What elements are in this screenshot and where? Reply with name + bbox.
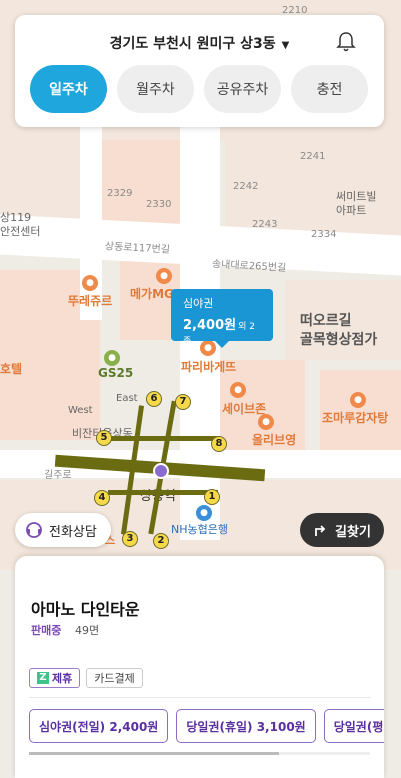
price-bubble[interactable]: 심야권 2,400원 외 2종 — [171, 289, 273, 348]
tab-charging[interactable]: 충전 — [291, 65, 368, 113]
location-selector[interactable]: 경기도 부천시 원미구 상3동 ▼ — [15, 33, 384, 53]
exit-number[interactable]: 4 — [94, 490, 110, 506]
location-text: 경기도 부천시 원미구 상3동 — [109, 36, 276, 52]
tab-monthly[interactable]: 월주차 — [117, 65, 194, 113]
headset-icon — [26, 522, 42, 538]
exit-number[interactable]: 2 — [153, 533, 169, 549]
poi-east: East — [116, 393, 138, 404]
block-number: 2242 — [233, 181, 259, 192]
station-marker-icon[interactable] — [153, 463, 169, 479]
partner-badge: Z 제휴 — [29, 668, 81, 688]
exit-number[interactable]: 3 — [122, 531, 138, 547]
bakery-icon: ● — [82, 275, 98, 291]
divider — [29, 697, 370, 698]
poi-gs25[interactable]: GS25 — [98, 366, 133, 380]
bubble-price-row: 2,400원 외 2종 — [183, 314, 261, 348]
poi-mega[interactable]: 메가MG — [130, 285, 174, 302]
block-number: 2334 — [311, 229, 337, 240]
exit-number[interactable]: 7 — [175, 394, 191, 410]
pass-list[interactable]: 심야권(전일) 2,400원 당일권(휴일) 3,100원 당일권(평일 — [29, 709, 384, 743]
road-label: 송내대로265번길 — [211, 259, 287, 274]
phone-consult-button[interactable]: 전화상담 — [15, 513, 111, 547]
exit-number[interactable]: 8 — [211, 436, 227, 452]
block-number: 2243 — [252, 219, 278, 230]
parking-type-tabs: 일주차 월주차 공유주차 충전 — [30, 65, 368, 113]
turn-right-arrow-icon — [315, 525, 326, 536]
exit-number[interactable]: 6 — [146, 391, 162, 407]
block-number: 2329 — [107, 188, 133, 199]
poi-hotel[interactable]: 호텔 — [0, 360, 22, 377]
poi-west: West — [68, 405, 93, 416]
sale-status: 판매중 — [31, 624, 62, 637]
exit-number[interactable]: 5 — [96, 430, 112, 446]
caret-down-icon: ▼ — [281, 40, 290, 51]
directions-button[interactable]: 길찾기 — [300, 513, 384, 547]
pass-item[interactable]: 당일권(휴일) 3,100원 — [176, 709, 316, 743]
map-block — [100, 140, 180, 230]
scrollbar-thumb[interactable] — [29, 752, 279, 755]
parking-lot-name: 아마노 다인타운 — [31, 600, 140, 619]
block-number: 2330 — [146, 199, 172, 210]
poi-paris[interactable]: 파리바게뜨 — [181, 358, 236, 375]
phone-consult-label: 전화상담 — [49, 524, 97, 540]
subway-line — [100, 436, 220, 441]
pass-item[interactable]: 당일권(평일 — [323, 709, 384, 743]
tab-daily[interactable]: 일주차 — [30, 65, 107, 113]
pass-item[interactable]: 심야권(전일) 2,400원 — [29, 709, 169, 743]
poi-tous[interactable]: 뚜레쥬르 — [68, 292, 112, 309]
poi-fire-station[interactable]: 상119 안전센터 — [0, 211, 40, 239]
z-logo-icon: Z — [37, 672, 49, 684]
mart-icon: ● — [230, 382, 246, 398]
poi-market[interactable]: 떠오르길 골목형상점가 — [300, 312, 377, 350]
bank-icon: ● — [156, 268, 172, 284]
search-card: 경기도 부천시 원미구 상3동 ▼ 일주차 월주차 공유주차 충전 — [15, 15, 384, 127]
card-payment-badge: 카드결제 — [86, 668, 143, 688]
poi-apartment[interactable]: 써미트빌 아파트 — [336, 190, 376, 218]
poi-oliveyoung[interactable]: 올리브영 — [252, 431, 296, 448]
bubble-type: 심야권 — [183, 297, 214, 310]
bank-icon: ● — [196, 505, 212, 521]
directions-label: 길찾기 — [335, 524, 371, 540]
exit-number[interactable]: 1 — [204, 489, 220, 505]
space-count: 49면 — [75, 624, 100, 637]
shop-icon: ● — [258, 414, 274, 430]
bell-icon[interactable] — [336, 31, 356, 53]
block-number: 2241 — [300, 151, 326, 162]
poi-savezone[interactable]: 세이브존 — [222, 400, 266, 417]
restaurant-icon: ● — [350, 392, 366, 408]
poi-chomaru[interactable]: 조마루감자탕 — [322, 409, 388, 426]
partner-label: 제휴 — [52, 672, 73, 685]
store-icon: ● — [104, 350, 120, 366]
tab-shared[interactable]: 공유주차 — [204, 65, 281, 113]
parking-detail-sheet[interactable]: 아마노 다인타운 판매중 49면 Z 제휴 카드결제 심야권(전일) 2,400원… — [15, 556, 384, 778]
subway-line — [108, 490, 218, 495]
horizontal-scrollbar[interactable] — [29, 752, 370, 755]
feature-badges: Z 제휴 카드결제 — [29, 668, 143, 688]
road-label: 길주로 — [44, 470, 72, 481]
bubble-price: 2,400원 — [183, 318, 237, 333]
poi-nh-bank[interactable]: NH농협은행 — [171, 521, 228, 537]
